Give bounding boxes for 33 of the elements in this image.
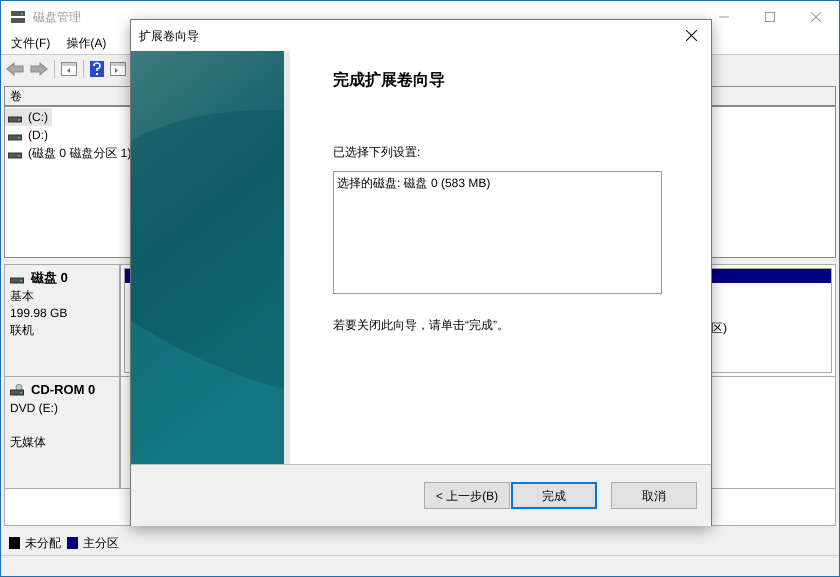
wizard-heading: 完成扩展卷向导 bbox=[333, 70, 446, 91]
help-icon[interactable] bbox=[90, 60, 104, 76]
dialog-button[interactable]: 完成 bbox=[511, 482, 597, 509]
dialog-button[interactable]: < 上一步(B) bbox=[424, 482, 510, 509]
close-icon bbox=[686, 30, 696, 41]
legend-label: 未分配 bbox=[25, 535, 61, 552]
forward-icon[interactable] bbox=[30, 62, 48, 76]
back-icon[interactable] bbox=[6, 62, 24, 76]
cd-drive-icon bbox=[10, 384, 24, 396]
dialog-button[interactable]: 取消 bbox=[611, 482, 697, 509]
menu-item[interactable]: 文件(F) bbox=[11, 34, 50, 52]
close-hint: 若要关闭此向导，请单击“完成”。 bbox=[333, 317, 510, 334]
app-icon bbox=[10, 10, 26, 24]
volume-row[interactable]: (D:) bbox=[5, 126, 52, 144]
disk-name: 磁盘 0 bbox=[31, 269, 68, 287]
menu-item[interactable]: 操作(A) bbox=[66, 34, 106, 52]
dialog-title: 扩展卷向导 bbox=[139, 28, 199, 44]
window-title: 磁盘管理 bbox=[33, 8, 81, 26]
disk-name: CD-ROM 0 bbox=[31, 381, 96, 399]
disk-detail: DVD (E:) bbox=[10, 400, 59, 416]
disk-detail: 基本 bbox=[10, 288, 35, 304]
disk-detail: 联机 bbox=[10, 322, 35, 338]
disk-detail: 无媒体 bbox=[10, 434, 47, 450]
settings-label: 已选择下列设置: bbox=[333, 144, 422, 161]
legend-label: 主分区 bbox=[83, 535, 119, 552]
close-icon bbox=[811, 12, 821, 22]
panel-icon[interactable] bbox=[61, 62, 77, 76]
volume-row[interactable]: (C:) bbox=[5, 108, 52, 126]
disk-detail: 199.98 GB bbox=[10, 304, 68, 322]
settings-text: 选择的磁盘: 磁盘 0 (583 MB) bbox=[337, 176, 490, 190]
panel-icon[interactable] bbox=[110, 62, 126, 76]
maximize-icon bbox=[765, 12, 775, 22]
partition-label: 区) bbox=[711, 320, 727, 336]
